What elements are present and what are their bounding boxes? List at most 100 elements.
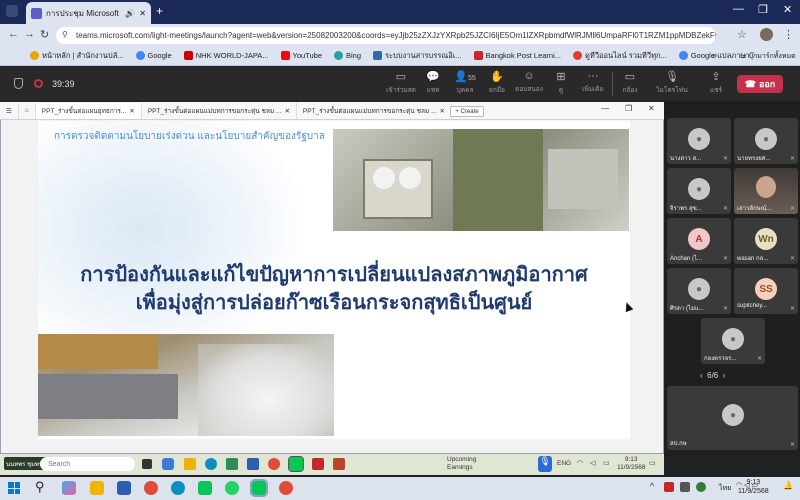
next-page-icon[interactable]: › <box>723 371 726 380</box>
clock[interactable]: 9:13 11/9/2568 <box>738 478 769 496</box>
notification-icon[interactable]: ▭ <box>649 459 656 467</box>
notification-bell-icon[interactable]: 🔔 <box>783 481 793 490</box>
participant-video-tile[interactable]: เสาวลักษณ์... ✕ <box>734 168 798 214</box>
self-view-tile[interactable]: ● สป.กษ ✕ <box>667 386 798 450</box>
bookmark-item[interactable]: NHK WORLD-JAPA... <box>183 51 269 60</box>
raise-hand-icon: ✋ <box>490 71 504 83</box>
bookmark-item[interactable]: หน้าหลัก | สำนักงานปลั... <box>30 50 124 62</box>
avatar: SS <box>755 278 777 300</box>
all-bookmarks-folder[interactable]: ▭ บุ๊กมาร์กทั้งหมด <box>740 51 796 62</box>
home-icon[interactable]: ⌂ <box>19 102 36 119</box>
bookmark-item[interactable]: Bangkok Post Learni... <box>473 51 561 60</box>
participant-tile[interactable]: ● ศิรดา (ไม่แ... ✕ <box>667 268 731 314</box>
tab-close-icon[interactable]: ✕ <box>139 9 146 18</box>
more-button[interactable]: ··· เพิ่มเติม <box>577 70 609 94</box>
participant-tile[interactable]: ● นางสาว ส... ✕ <box>667 118 731 164</box>
participant-tile[interactable]: ● กองตรวจร... ✕ <box>701 318 765 364</box>
file-explorer-icon[interactable] <box>90 481 104 495</box>
ppt-tab[interactable]: PPT_ร่างขั้นต่อแผนแม่บทการขอกระตุ่น ชลม … <box>297 102 452 119</box>
ppt-tab[interactable]: PPT_ร่างขั้นต่อแผนแม่บทการขอกระตุ่น ชลม … <box>142 102 297 119</box>
new-tab-button[interactable]: + <box>156 4 163 18</box>
participant-tile[interactable]: SS supitchey... ✕ <box>734 268 798 314</box>
chrome-active-icon[interactable] <box>279 481 293 495</box>
task-view-icon[interactable] <box>142 459 152 469</box>
tray-chevron-icon[interactable]: ^ <box>650 481 654 491</box>
browser-tab-teams[interactable]: การประชุม Microsoft Teams 🔊 ✕ <box>26 2 151 24</box>
windows-start-icon[interactable] <box>8 482 20 494</box>
search-icon[interactable]: ⚲ <box>35 479 45 495</box>
ppt-close-icon[interactable]: ✕ <box>648 104 655 113</box>
hamburger-icon[interactable]: ☰ <box>0 102 19 119</box>
forward-icon[interactable]: → <box>24 28 35 40</box>
powerpoint-icon[interactable] <box>333 458 345 470</box>
battery-icon: ▭ <box>603 460 610 467</box>
bookmark-star-icon[interactable]: ☆ <box>737 28 747 41</box>
folder-icon[interactable] <box>184 458 196 470</box>
bookmark-favicon-icon <box>473 51 483 60</box>
mic-off-icon: ✕ <box>789 306 795 312</box>
bookmark-favicon-icon <box>30 51 39 60</box>
tray-app-icon[interactable] <box>696 482 706 492</box>
share-button[interactable]: ⇪ แชร์ <box>700 70 732 95</box>
people-button[interactable]: 👤55 บุคคล <box>449 70 481 95</box>
microphone-button[interactable]: 🎙 ไมโครโฟน <box>656 70 688 95</box>
close-window-icon[interactable]: ✕ <box>783 3 792 16</box>
bookmark-item[interactable]: ดูทีวีออนไลน์ รวมทีวีทุก... <box>573 50 667 62</box>
slide-title-line-2: เพื่อมุ่งสู่การปล่อยก๊าซเรือนกระจกสุทธิเ… <box>135 292 533 314</box>
whatsapp-icon[interactable] <box>225 481 239 495</box>
line-icon[interactable] <box>198 481 212 495</box>
line-active-icon[interactable] <box>250 479 268 497</box>
url-input[interactable]: ⚲ teams.microsoft.com/light-meetings/lau… <box>56 27 716 44</box>
ppt-restore-icon[interactable]: ❐ <box>625 104 632 113</box>
minimize-icon[interactable]: — <box>733 3 744 15</box>
inner-clock[interactable]: 9:13 11/9/2568 <box>617 456 645 472</box>
word-icon[interactable] <box>117 481 131 495</box>
back-icon[interactable]: ← <box>8 28 19 40</box>
browser-menu-icon[interactable]: ⋮ <box>783 28 794 41</box>
maximize-icon[interactable]: ❐ <box>758 3 768 16</box>
camera-button[interactable]: ▭ กล้อง <box>614 70 646 95</box>
copilot-icon[interactable] <box>62 481 76 495</box>
line-icon[interactable] <box>288 456 304 472</box>
tab-menu-icon[interactable] <box>6 5 18 17</box>
app-icon[interactable] <box>162 458 174 470</box>
weather-widget[interactable]: Upcoming Earnings <box>447 456 476 472</box>
create-button[interactable]: + Create <box>450 106 484 117</box>
volume-icon: ◁ <box>590 460 596 467</box>
edge-icon[interactable] <box>171 481 185 495</box>
bookmark-item[interactable]: Bing <box>334 51 361 60</box>
participant-tile[interactable]: ● จิราพร สุข... ✕ <box>667 168 731 214</box>
prev-page-icon[interactable]: ‹ <box>700 371 703 380</box>
tray-app-icon[interactable] <box>680 482 690 492</box>
pdf-icon[interactable] <box>312 458 324 470</box>
participant-tile[interactable]: A Anchan (ไ... ✕ <box>667 218 731 264</box>
profile-avatar[interactable] <box>760 28 773 41</box>
more-bookmarks-icon[interactable]: » <box>712 50 717 60</box>
react-button[interactable]: ☺ ตอบสนอง <box>513 70 545 94</box>
bookmark-item[interactable]: Google <box>135 51 172 60</box>
app-icon[interactable] <box>226 458 238 470</box>
mic-icon[interactable]: 🎙 <box>538 456 552 472</box>
raise-hand-button[interactable]: ✋ ยกมือ <box>481 70 513 95</box>
leave-button[interactable]: ☎ ออก <box>737 75 783 93</box>
avatar: ● <box>722 328 744 350</box>
join-live-button[interactable]: ▭ เข้าร่วมสด <box>385 70 417 95</box>
ppt-minimize-icon[interactable]: — <box>601 104 609 113</box>
reload-icon[interactable]: ↻ <box>40 28 49 41</box>
participant-tile[interactable]: ● นายทรงยศ... ✕ <box>734 118 798 164</box>
view-button[interactable]: ⊞ ดู <box>545 70 577 95</box>
tray-app-icon[interactable] <box>664 482 674 492</box>
word-icon[interactable] <box>247 458 259 470</box>
ppt-tab[interactable]: PPT_ร่างขั้นต่อแผนยุทธการ... ✕ <box>35 102 142 119</box>
bookmark-item[interactable]: ระบบงานสารบรรณอิเ... <box>373 50 462 62</box>
language-indicator[interactable]: ไทย <box>719 483 731 494</box>
chat-button[interactable]: 💬 แชท <box>417 70 449 95</box>
participant-tile[interactable]: Wn wasan กล... ✕ <box>734 218 798 264</box>
inner-search-box[interactable]: Search <box>40 457 135 471</box>
edge-icon[interactable] <box>205 458 217 470</box>
chrome-icon[interactable] <box>144 481 158 495</box>
language-indicator[interactable]: ENG <box>557 460 571 467</box>
site-info-icon[interactable]: ⚲ <box>62 30 68 39</box>
chrome-icon[interactable] <box>268 458 280 470</box>
bookmark-item[interactable]: YouTube <box>280 51 322 60</box>
